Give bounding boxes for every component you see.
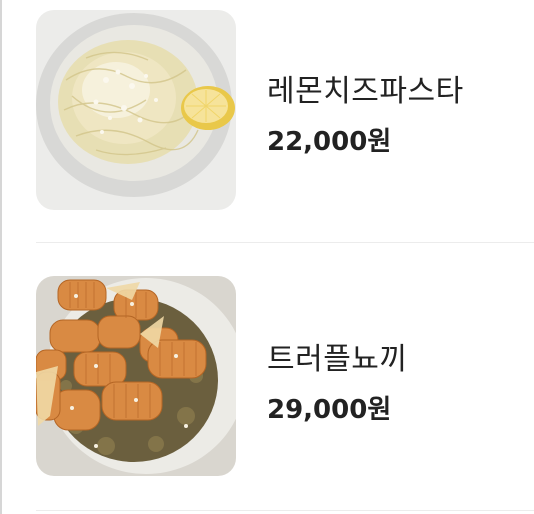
item-name: 트러플뇨끼 — [267, 342, 408, 377]
lemon-cheese-pasta-photo — [36, 10, 236, 210]
divider — [36, 510, 534, 511]
menu-item-lemon-cheese-pasta[interactable]: 레몬치즈파스타 22,000원 — [2, 0, 534, 243]
menu-list: 레몬치즈파스타 22,000원 트러플뇨끼 29,000원 — [0, 0, 534, 514]
item-price: 22,000원 — [267, 127, 392, 157]
item-price: 29,000원 — [267, 395, 392, 425]
item-name: 레몬치즈파스타 — [267, 74, 464, 109]
truffle-gnocchi-photo — [36, 276, 236, 476]
menu-item-truffle-gnocchi[interactable]: 트러플뇨끼 29,000원 — [2, 243, 534, 514]
